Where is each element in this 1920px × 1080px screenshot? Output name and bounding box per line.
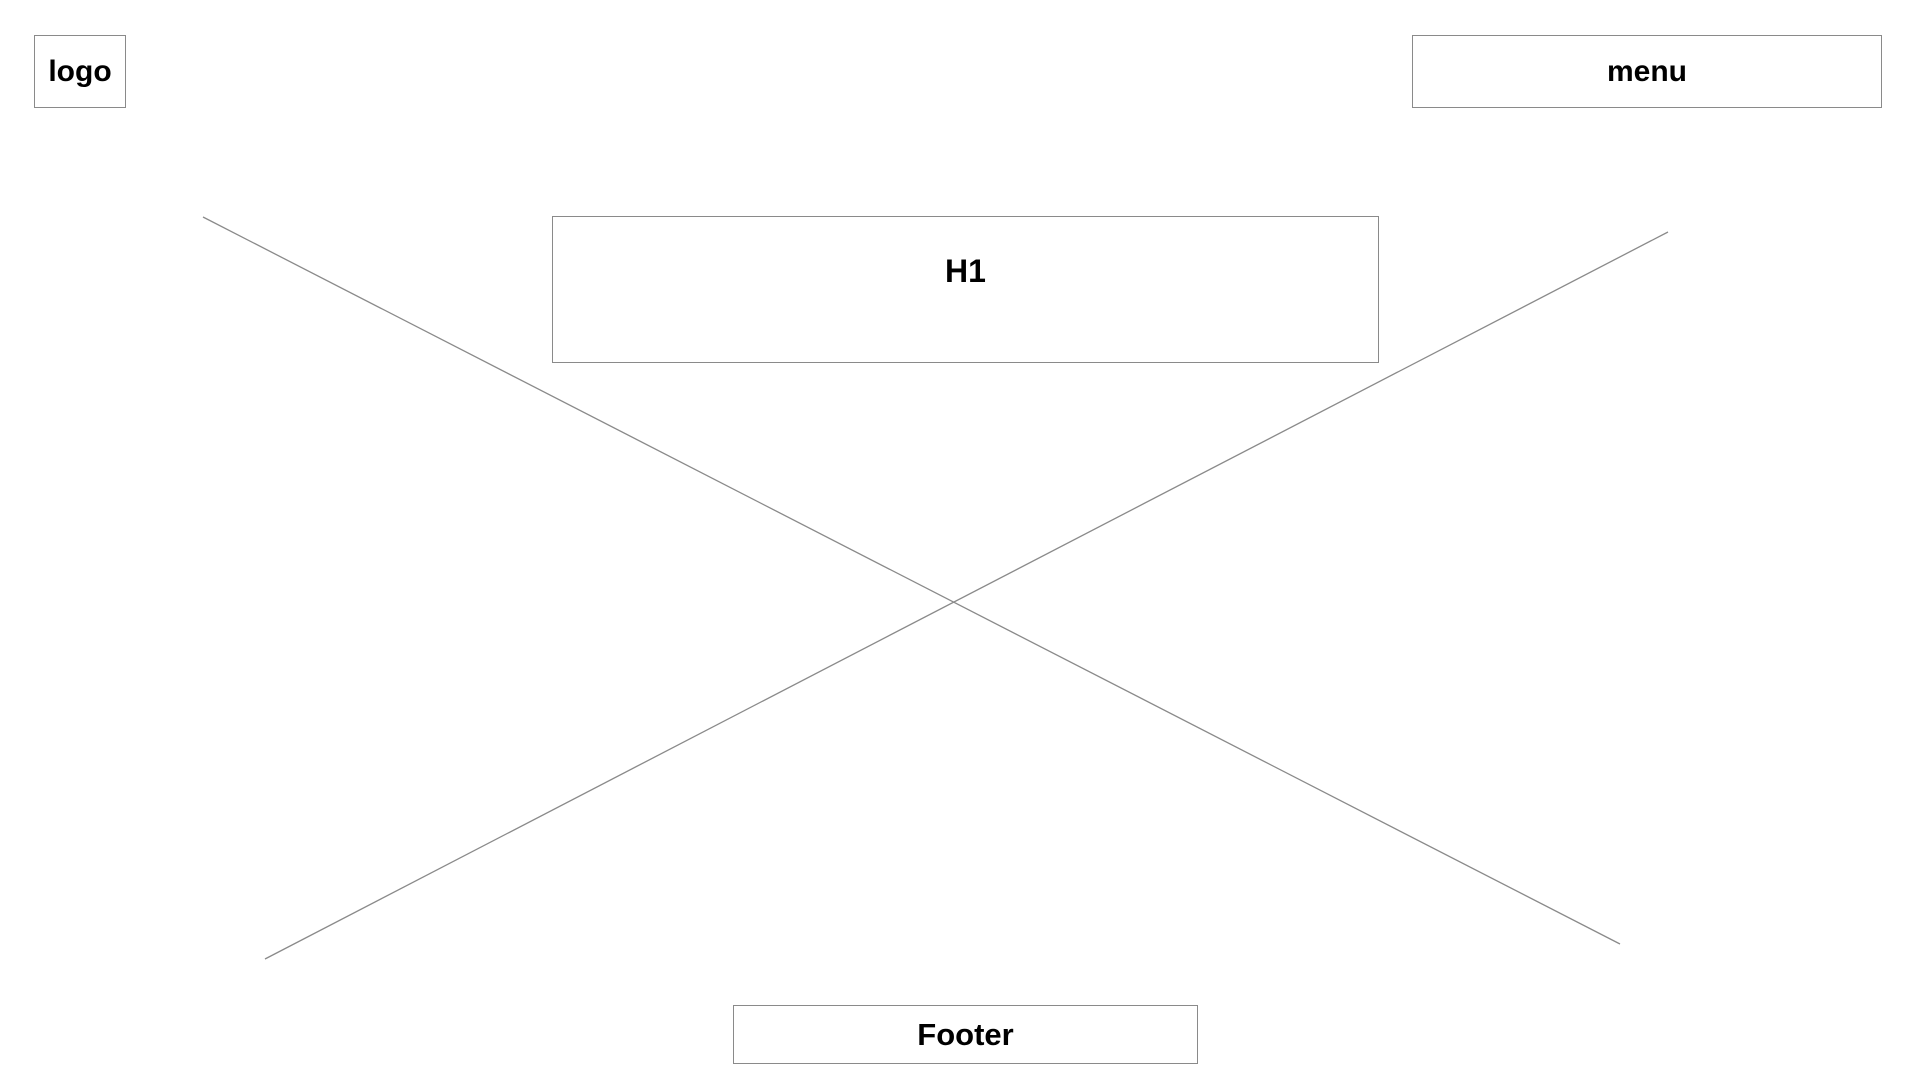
footer-label: Footer [917,1016,1014,1052]
logo-label: logo [48,54,112,88]
logo[interactable]: logo [34,35,126,108]
page-heading-label: H1 [945,253,986,289]
image-placeholder-cross [202,216,1669,960]
page-heading: H1 [552,216,1379,363]
footer: Footer [733,1005,1198,1064]
menu-label: menu [1606,54,1687,88]
menu-button[interactable]: menu [1412,35,1882,108]
